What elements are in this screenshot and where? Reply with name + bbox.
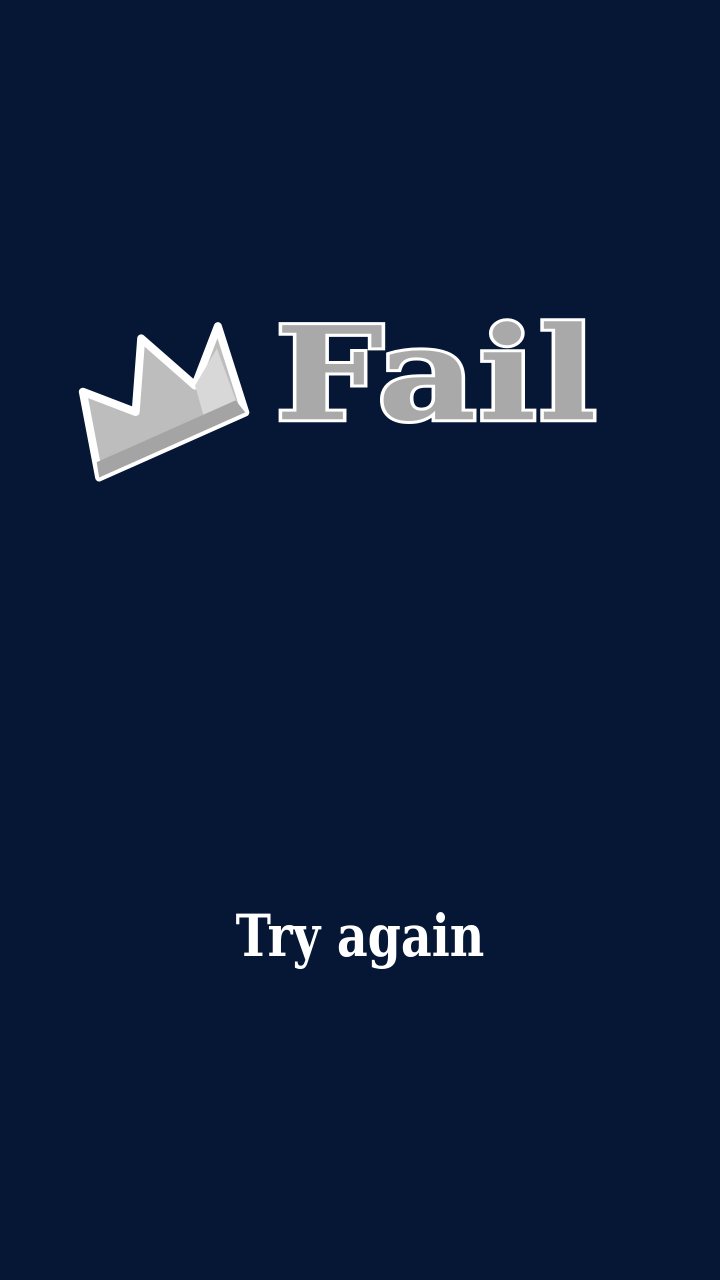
fail-banner: Fail xyxy=(50,300,650,490)
game-over-screen: Fail Try again xyxy=(0,0,720,1280)
fallen-crown-icon xyxy=(78,322,250,482)
fail-title: Fail xyxy=(271,298,600,451)
try-again-button[interactable]: Try again xyxy=(65,896,655,976)
